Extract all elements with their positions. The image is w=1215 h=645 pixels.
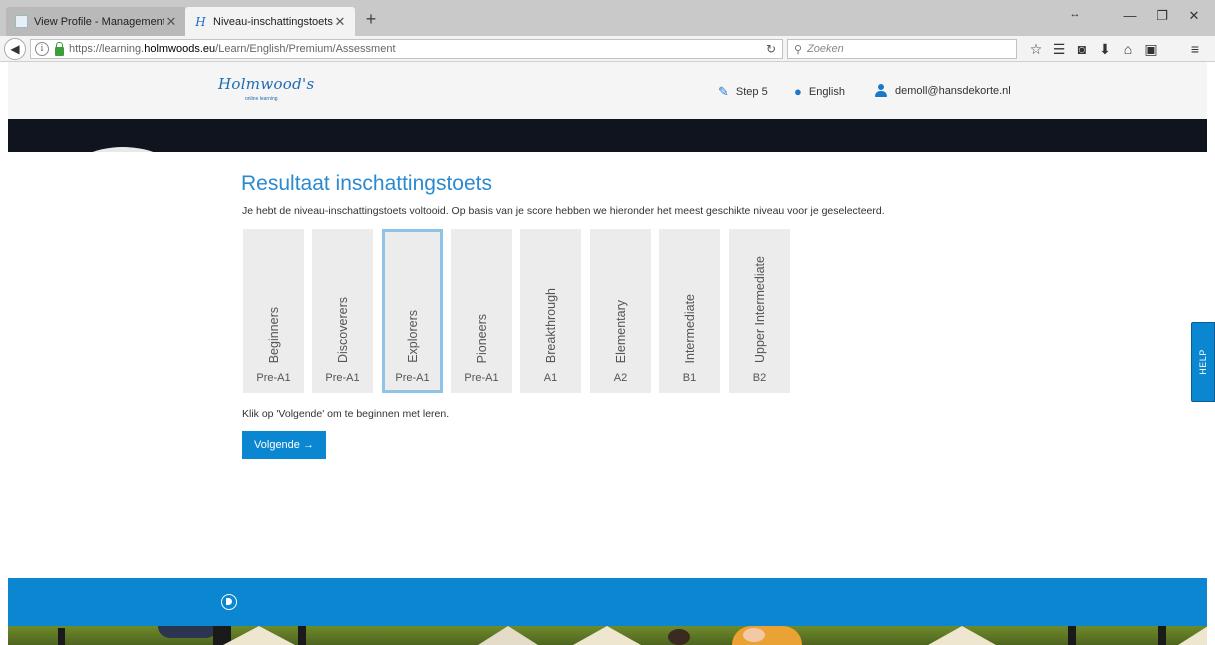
page-title: Resultaat inschattingstoets — [241, 172, 492, 195]
new-tab-button[interactable]: + — [362, 9, 380, 30]
window-close-icon[interactable]: ✕ — [1180, 8, 1208, 24]
browser-nav-bar: ◀ i https://learning. holmwoods.eu/Learn/… — [0, 36, 1215, 62]
instruction-text: Klik op 'Volgende' om te beginnen met le… — [242, 408, 450, 420]
level-card-upper-intermediate[interactable]: Upper Intermediate B2 — [729, 229, 790, 393]
level-card-pioneers[interactable]: Pioneers Pre-A1 — [451, 229, 512, 393]
menu-icon[interactable]: ≡ — [1186, 41, 1204, 57]
search-input[interactable]: ⚲ Zoeken — [787, 39, 1017, 59]
user-icon — [874, 84, 888, 97]
level-card-elementary[interactable]: Elementary A2 — [590, 229, 651, 393]
holmwoods-favicon-icon: H — [195, 14, 206, 29]
search-icon: ⚲ — [794, 43, 803, 56]
reload-icon[interactable]: ↻ — [766, 42, 776, 56]
level-card-beginners[interactable]: Beginners Pre-A1 — [243, 229, 304, 393]
help-button[interactable]: HELP — [1191, 322, 1215, 402]
browser-tab-view-profile[interactable]: View Profile - Management ✕ — [6, 7, 186, 36]
extension-icon[interactable]: ▣ — [1142, 41, 1160, 58]
browser-tab-assessment[interactable]: H Niveau-inschattingstoets -... ✕ — [185, 7, 355, 36]
page-icon — [15, 15, 28, 28]
search-placeholder: Zoeken — [807, 43, 844, 55]
level-card-discoverers[interactable]: Discoverers Pre-A1 — [312, 229, 373, 393]
pencil-icon: ✎ — [718, 84, 729, 99]
chat-bubbles-icon: ● — [794, 84, 802, 99]
level-card-intermediate[interactable]: Intermediate B1 — [659, 229, 720, 393]
url-prefix: https://learning. — [69, 43, 145, 55]
url-domain: holmwoods.eu — [144, 43, 216, 55]
bookmarks-list-icon[interactable]: ☰ — [1050, 41, 1068, 58]
footer-illustration — [8, 626, 1207, 645]
back-arrow-icon[interactable]: ◀ — [4, 38, 26, 60]
browser-tab-bar: View Profile - Management ✕ H Niveau-ins… — [0, 0, 1215, 36]
close-icon[interactable]: ✕ — [164, 14, 178, 30]
home-icon[interactable]: ⌂ — [1119, 41, 1137, 57]
tab-title: Niveau-inschattingstoets -... — [213, 15, 333, 28]
download-icon[interactable]: ⬇ — [1096, 41, 1114, 58]
maximize-icon[interactable]: ❐ — [1148, 8, 1176, 24]
restore-tabs-icon[interactable]: ↔ — [1061, 8, 1089, 20]
level-card-explorers[interactable]: Explorers Pre-A1 — [382, 229, 443, 393]
level-card-breakthrough[interactable]: Breakthrough A1 — [520, 229, 581, 393]
page-intro: Je hebt de niveau-inschattingstoets volt… — [242, 205, 885, 217]
url-path: /Learn/English/Premium/Assessment — [215, 43, 396, 55]
lock-icon[interactable] — [55, 41, 64, 56]
language-link[interactable]: ● English — [794, 84, 845, 99]
hero-decoration — [68, 147, 178, 152]
level-selector: Beginners Pre-A1 Discoverers Pre-A1 Expl… — [243, 229, 803, 393]
info-icon[interactable]: i — [35, 42, 49, 56]
url-bar[interactable]: i https://learning. holmwoods.eu/Learn/En… — [30, 39, 783, 59]
tab-title: View Profile - Management — [34, 15, 164, 28]
close-icon[interactable]: ✕ — [333, 14, 347, 30]
hero-band — [8, 119, 1207, 152]
site-header: Holmwood's online learning ✎ Step 5 ● En… — [8, 62, 1207, 119]
step-link[interactable]: ✎ Step 5 — [718, 84, 768, 100]
user-account-link[interactable]: demoll@hansdekorte.nl — [874, 84, 1011, 97]
holmwoods-logo[interactable]: Holmwood's online learning — [218, 75, 314, 102]
footer-bar — [8, 578, 1207, 626]
pocket-icon[interactable]: ◙ — [1073, 41, 1091, 57]
next-button[interactable]: Volgende → — [242, 431, 326, 459]
bookmark-star-icon[interactable]: ☆ — [1027, 41, 1045, 58]
footer-logo-icon[interactable] — [221, 594, 237, 610]
minimize-icon[interactable]: — — [1116, 8, 1144, 23]
